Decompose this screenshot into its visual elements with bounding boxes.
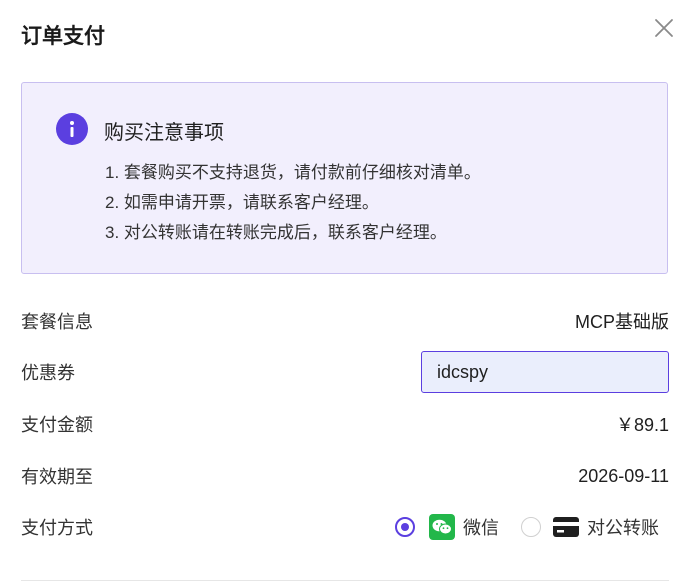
- purchase-notice: 购买注意事项 1. 套餐购买不支持退货，请付款前仔细核对清单。 2. 如需申请开…: [21, 82, 668, 274]
- notice-item: 2. 如需申请开票，请联系客户经理。: [105, 193, 379, 212]
- close-icon[interactable]: [652, 16, 676, 40]
- amount-value: ￥89.1: [615, 415, 669, 435]
- payment-option-wechat[interactable]: 微信: [395, 514, 499, 540]
- expiry-value: 2026-09-11: [578, 465, 669, 486]
- expiry-label: 有效期至: [21, 467, 93, 487]
- bank-card-icon: [553, 514, 579, 540]
- wechat-icon: [429, 514, 455, 540]
- order-payment-dialog: 订单支付 购买注意事项 1. 套餐购买不支持退货，请付款前仔细核对清单。 2. …: [0, 0, 699, 586]
- notice-item: 3. 对公转账请在转账完成后，联系客户经理。: [105, 223, 447, 242]
- info-icon: [56, 113, 88, 145]
- package-value: MCP基础版: [575, 312, 669, 332]
- package-label: 套餐信息: [21, 312, 93, 332]
- payment-option-transfer[interactable]: 对公转账: [521, 514, 659, 540]
- divider: [21, 580, 669, 581]
- amount-label: 支付金额: [21, 415, 93, 435]
- dialog-title: 订单支付: [21, 25, 105, 48]
- transfer-radio[interactable]: [521, 517, 541, 537]
- coupon-label: 优惠券: [21, 363, 75, 383]
- wechat-label: 微信: [463, 518, 499, 538]
- notice-item: 1. 套餐购买不支持退货，请付款前仔细核对清单。: [105, 163, 481, 182]
- coupon-row: 优惠券: [21, 350, 669, 394]
- package-row: 套餐信息 MCP基础版: [21, 307, 669, 335]
- transfer-label: 对公转账: [587, 518, 659, 538]
- notice-title: 购买注意事项: [104, 122, 224, 144]
- amount-row: 支付金额 ￥89.1: [21, 410, 669, 438]
- wechat-radio[interactable]: [395, 517, 415, 537]
- payment-methods: 微信 对公转账: [395, 514, 659, 540]
- coupon-input[interactable]: [421, 351, 669, 393]
- payment-label: 支付方式: [21, 518, 93, 538]
- expiry-row: 有效期至 2026-09-11: [21, 462, 669, 490]
- notice-list: 1. 套餐购买不支持退货，请付款前仔细核对清单。 2. 如需申请开票，请联系客户…: [105, 158, 481, 248]
- payment-row: 支付方式 微信 对公转账: [21, 511, 669, 543]
